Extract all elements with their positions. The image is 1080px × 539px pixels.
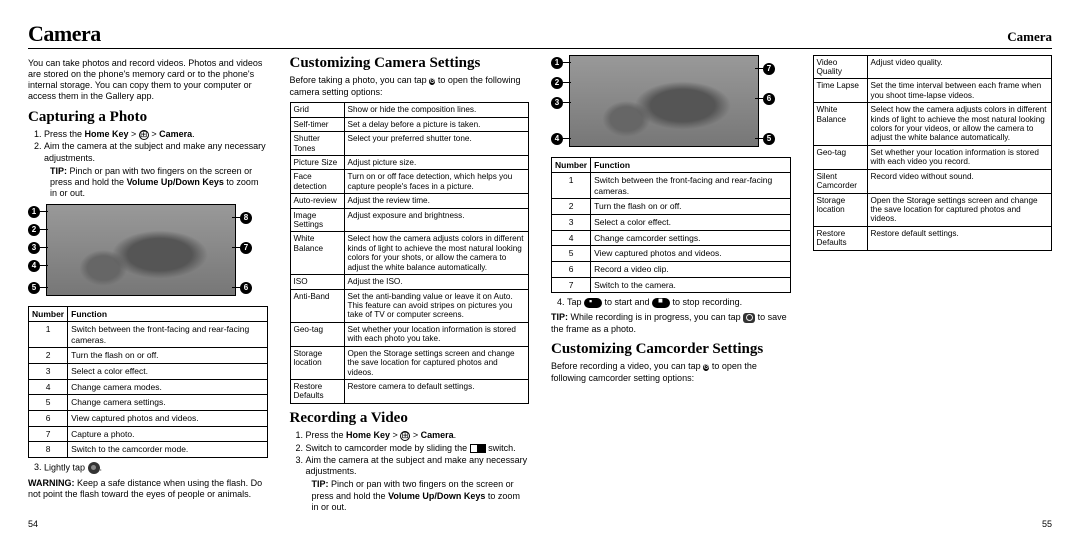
camcorder-screenshot-wrap: 1 2 3 4 7 6 5 (551, 55, 791, 153)
callout-7: 7 (240, 242, 252, 254)
warning: WARNING: Keep a safe distance when using… (28, 478, 268, 501)
capture-step-1: Press the Home Key > > Camera. (44, 129, 268, 140)
capture-step-2: Aim the camera at the subject and make a… (44, 141, 268, 199)
video-step-4-list: Tap to start and to stop recording. (551, 297, 791, 308)
callout-4: 4 (28, 260, 40, 272)
callout-3: 3 (28, 242, 40, 254)
callout-2: 2 (28, 224, 40, 236)
camcorder-screenshot (569, 55, 759, 147)
capture-step-3-list: Lightly tap . (28, 462, 268, 474)
callout-v4: 4 (551, 133, 563, 145)
apps-icon (400, 431, 410, 441)
header-row: Camera Camera (28, 20, 1052, 49)
callout-8: 8 (240, 212, 252, 224)
callout-v6: 6 (763, 93, 775, 105)
camera-shot-icon (743, 313, 755, 323)
callout-v2: 2 (551, 77, 563, 89)
video-step-2: Switch to camcorder mode by sliding the … (306, 443, 530, 454)
callout-6: 6 (240, 282, 252, 294)
page-number-right: 55 (1042, 519, 1052, 530)
callout-v5: 5 (763, 133, 775, 145)
camera-settings-table: GridShow or hide the composition lines. … (290, 102, 530, 404)
callout-1: 1 (28, 206, 40, 218)
heading-camera-settings: Customizing Camera Settings (290, 55, 530, 72)
callout-v1: 1 (551, 57, 563, 69)
manual-spread: Camera Camera You can take photos and re… (0, 0, 1080, 539)
callout-v3: 3 (551, 97, 563, 109)
page-title-right: Camera (1007, 29, 1052, 45)
camcorder-settings-table: Video QualityAdjust video quality. Time … (813, 55, 1053, 251)
page-title-left: Camera (28, 20, 101, 48)
corder-intro: Before recording a video, you can tap ⚙ … (551, 361, 791, 384)
record-stop-icon (652, 298, 670, 308)
video-step-4: Tap to start and to stop recording. (567, 297, 791, 308)
callout-5: 5 (28, 282, 40, 294)
gear-icon: ⚙ (703, 364, 709, 371)
page-number-left: 54 (28, 519, 38, 530)
gear-icon: ⚙ (429, 78, 435, 85)
video-table: NumberFunction 1Switch between the front… (551, 157, 791, 294)
heading-video: Recording a Video (290, 410, 530, 427)
capture-steps: Press the Home Key > > Camera. Aim the c… (28, 129, 268, 200)
callout-v7: 7 (763, 63, 775, 75)
columns: You can take photos and record videos. P… (28, 55, 1052, 515)
camset-intro: Before taking a photo, you can tap ⚙ to … (290, 75, 530, 98)
camera-screenshot-wrap: 1 2 3 4 5 8 7 6 (28, 204, 268, 302)
intro-text: You can take photos and record videos. P… (28, 58, 268, 103)
video-tip: TIP: Pinch or pan with two fingers on th… (306, 479, 530, 513)
heading-camcorder-settings: Customizing Camcorder Settings (551, 341, 791, 358)
video-tip-2: TIP: While recording is in progress, you… (551, 312, 791, 335)
apps-icon (139, 130, 149, 140)
camera-screenshot (46, 204, 236, 296)
camcorder-switch-icon (470, 444, 486, 453)
capture-tip: TIP: Pinch or pan with two fingers on th… (44, 166, 268, 200)
record-start-icon (584, 298, 602, 308)
heading-capture: Capturing a Photo (28, 109, 268, 126)
video-steps: Press the Home Key > > Camera. Switch to… (290, 430, 530, 513)
shutter-icon (88, 462, 100, 474)
capture-step-3: Lightly tap . (44, 462, 268, 474)
page-numbers: 54 55 (28, 519, 1052, 530)
capture-table: NumberFunction 1Switch between the front… (28, 306, 268, 458)
video-step-1: Press the Home Key > > Camera. (306, 430, 530, 441)
video-step-3: Aim the camera at the subject and make a… (306, 455, 530, 513)
